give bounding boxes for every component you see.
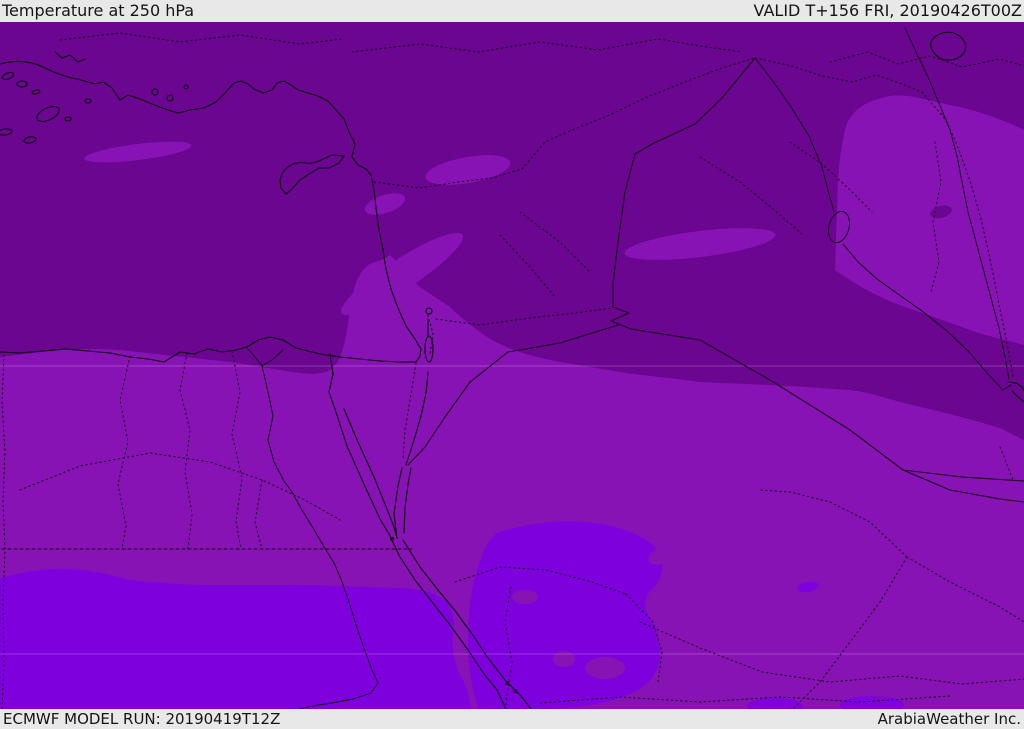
weather-map-area bbox=[0, 22, 1024, 709]
branding-label: ArabiaWeather Inc. bbox=[877, 710, 1021, 728]
page-title: Temperature at 250 hPa bbox=[2, 1, 195, 20]
model-run-label: ECMWF MODEL RUN: 20190419T12Z bbox=[3, 710, 281, 728]
header-bar: Temperature at 250 hPa VALID T+156 FRI, … bbox=[0, 0, 1024, 22]
valid-time-label: VALID T+156 FRI, 20190426T00Z bbox=[753, 1, 1022, 20]
temperature-map bbox=[0, 22, 1024, 709]
footer-bar: ECMWF MODEL RUN: 20190419T12Z ArabiaWeat… bbox=[0, 709, 1024, 729]
